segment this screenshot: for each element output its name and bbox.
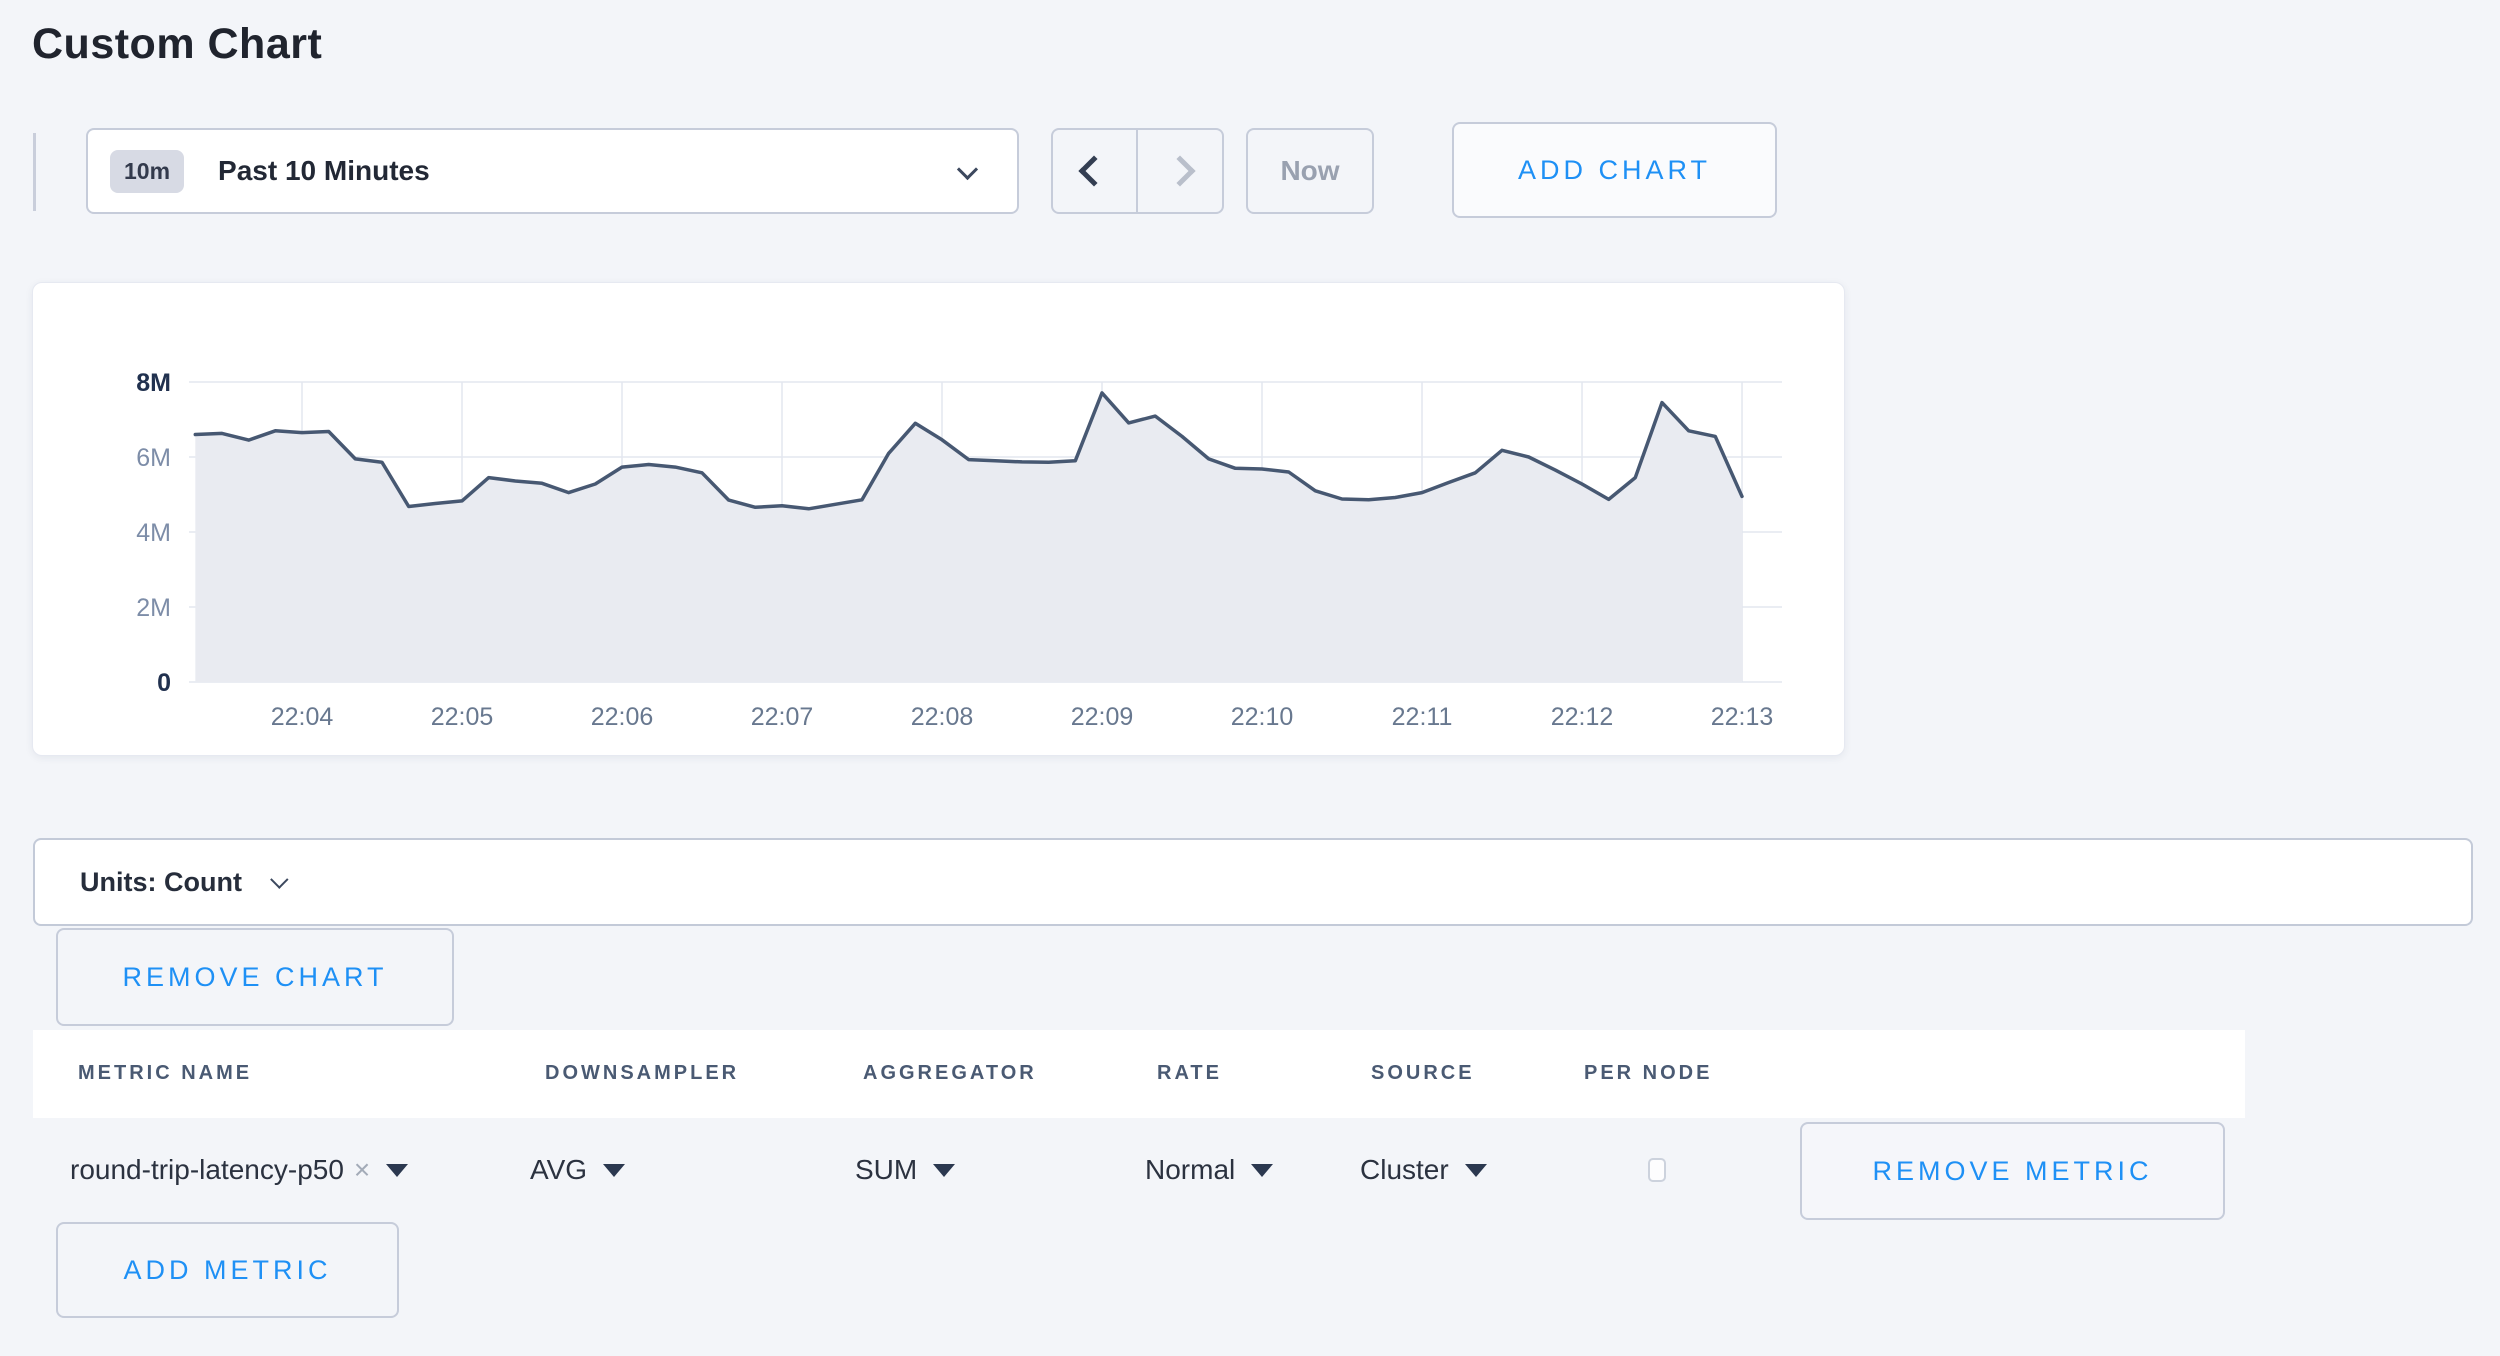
chevron-left-icon bbox=[1079, 155, 1110, 186]
svg-text:22:11: 22:11 bbox=[1392, 703, 1453, 731]
chart-card: 0 2M 4M 6M 8M 22:04 22:05 22:06 22:07 22:08 22:09 2… bbox=[32, 282, 1845, 756]
units-select[interactable]: Units: Count bbox=[33, 838, 2473, 926]
timeseries-chart: 0 2M 4M 6M 8M 22:04 22:05 22:06 22:07 22:08 22:09 2… bbox=[33, 283, 1846, 757]
svg-text:22:04: 22:04 bbox=[271, 703, 334, 731]
caret-down-icon bbox=[933, 1164, 955, 1177]
header-aggregator: AGGREGATOR bbox=[863, 1062, 1037, 1085]
add-chart-button[interactable]: ADD CHART bbox=[1452, 122, 1777, 218]
chevron-right-icon bbox=[1164, 155, 1195, 186]
header-metric-name: METRIC NAME bbox=[78, 1062, 252, 1085]
time-back-button[interactable] bbox=[1053, 130, 1138, 212]
header-downsampler: DOWNSAMPLER bbox=[545, 1062, 739, 1085]
per-node-checkbox[interactable] bbox=[1648, 1158, 1666, 1182]
rate-dropdown[interactable]: Normal bbox=[1145, 1118, 1273, 1222]
downsampler-dropdown[interactable]: AVG bbox=[530, 1118, 625, 1222]
svg-text:6M: 6M bbox=[136, 444, 171, 472]
aggregator-dropdown[interactable]: SUM bbox=[855, 1118, 955, 1222]
svg-text:2M: 2M bbox=[136, 594, 171, 622]
svg-text:22:07: 22:07 bbox=[751, 703, 814, 731]
svg-text:22:13: 22:13 bbox=[1711, 703, 1774, 731]
time-range-label: Past 10 Minutes bbox=[218, 155, 430, 187]
add-metric-button[interactable]: ADD METRIC bbox=[56, 1222, 399, 1318]
now-button[interactable]: Now bbox=[1246, 128, 1374, 214]
time-forward-button[interactable] bbox=[1138, 130, 1223, 212]
metric-name-dropdown[interactable]: round-trip-latency-p50 × bbox=[70, 1118, 408, 1222]
svg-text:4M: 4M bbox=[136, 519, 171, 547]
caret-down-icon bbox=[603, 1164, 625, 1177]
caret-down-icon bbox=[1465, 1164, 1487, 1177]
svg-text:0: 0 bbox=[157, 669, 171, 697]
svg-text:8M: 8M bbox=[136, 369, 171, 397]
remove-metric-button[interactable]: REMOVE METRIC bbox=[1800, 1122, 2225, 1220]
remove-chart-button[interactable]: REMOVE CHART bbox=[56, 928, 454, 1026]
metrics-table-header: METRIC NAME DOWNSAMPLER AGGREGATOR RATE … bbox=[33, 1030, 2245, 1118]
per-node-cell bbox=[1648, 1118, 1666, 1222]
caret-down-icon bbox=[1251, 1164, 1273, 1177]
svg-text:22:05: 22:05 bbox=[431, 703, 494, 731]
header-per-node: PER NODE bbox=[1584, 1062, 1712, 1085]
metric-name-value: round-trip-latency-p50 bbox=[70, 1154, 344, 1186]
svg-text:22:09: 22:09 bbox=[1071, 703, 1134, 731]
chevron-down-icon bbox=[957, 159, 978, 180]
svg-text:22:10: 22:10 bbox=[1231, 703, 1294, 731]
page-title: Custom Chart bbox=[32, 20, 322, 69]
time-range-select[interactable]: 10m Past 10 Minutes bbox=[86, 128, 1019, 214]
aggregator-value: SUM bbox=[855, 1154, 917, 1186]
time-pager bbox=[1051, 128, 1224, 214]
svg-text:22:08: 22:08 bbox=[911, 703, 974, 731]
clear-metric-icon[interactable]: × bbox=[354, 1154, 370, 1186]
time-range-badge: 10m bbox=[110, 150, 184, 193]
toolbar-divider bbox=[33, 133, 36, 211]
rate-value: Normal bbox=[1145, 1154, 1235, 1186]
source-value: Cluster bbox=[1360, 1154, 1449, 1186]
caret-down-icon bbox=[386, 1164, 408, 1177]
svg-text:22:12: 22:12 bbox=[1551, 703, 1614, 731]
svg-text:22:06: 22:06 bbox=[591, 703, 654, 731]
units-label: Units: Count bbox=[80, 867, 242, 898]
header-rate: RATE bbox=[1157, 1062, 1222, 1085]
chevron-down-icon bbox=[270, 870, 288, 888]
downsampler-value: AVG bbox=[530, 1154, 587, 1186]
header-source: SOURCE bbox=[1371, 1062, 1475, 1085]
source-dropdown[interactable]: Cluster bbox=[1360, 1118, 1487, 1222]
